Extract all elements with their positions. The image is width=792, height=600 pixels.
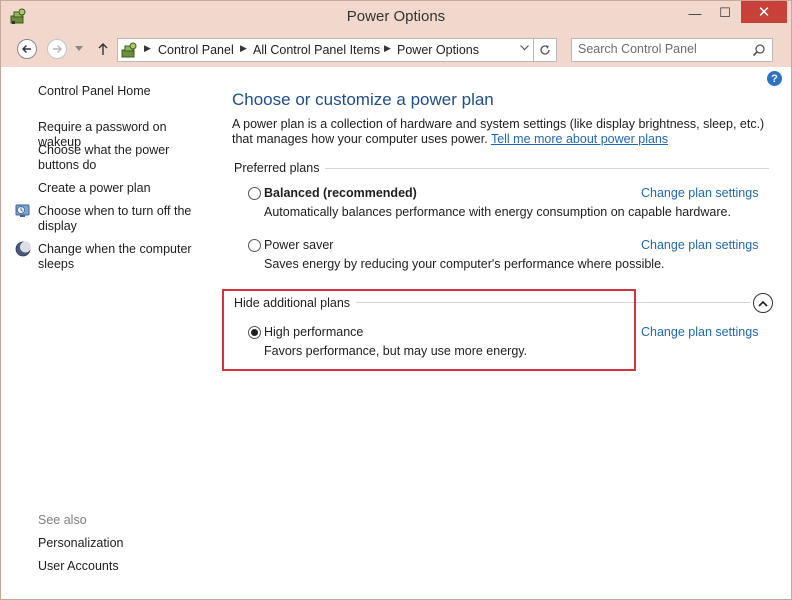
address-dropdown-icon[interactable] (520, 43, 529, 54)
back-button[interactable] (17, 39, 37, 59)
balanced-plan-description: Automatically balances performance with … (264, 205, 731, 219)
highlight-box (222, 289, 636, 371)
window-title: Power Options (346, 8, 446, 25)
breadcrumb-power-options[interactable]: Power Options (397, 43, 479, 57)
page-description: A power plan is a collection of hardware… (232, 117, 772, 147)
power-saver-radio[interactable] (248, 239, 261, 252)
title-bar: Power Options — ☐ ✕ (1, 1, 791, 32)
search-icon[interactable] (752, 43, 766, 57)
breadcrumb-separator-icon[interactable]: ▶ (240, 43, 247, 54)
address-field[interactable]: ▶ Control Panel ▶ All Control Panel Item… (117, 38, 534, 62)
refresh-button[interactable] (534, 38, 557, 62)
refresh-icon (540, 45, 550, 55)
display-icon (15, 204, 30, 217)
arrow-up-icon (98, 43, 108, 55)
power-buttons-link[interactable]: Choose what the power buttons do (38, 143, 178, 173)
sleep-moon-icon (15, 241, 31, 257)
page-title: Choose or customize a power plan (232, 90, 494, 109)
balanced-radio[interactable] (248, 187, 261, 200)
forward-button[interactable] (47, 39, 67, 59)
tell-me-more-link[interactable]: Tell me more about power plans (491, 132, 668, 146)
arrow-left-icon (22, 45, 31, 53)
power-saver-change-settings-link[interactable]: Change plan settings (641, 238, 758, 252)
breadcrumb-separator-icon[interactable]: ▶ (144, 43, 151, 54)
recent-locations-button[interactable] (73, 39, 85, 59)
high-performance-change-settings-link[interactable]: Change plan settings (641, 325, 758, 339)
preferred-plans-label: Preferred plans (234, 161, 326, 175)
address-bar: ▶ Control Panel ▶ All Control Panel Item… (1, 32, 791, 67)
balanced-plan-name[interactable]: Balanced (recommended) (264, 186, 417, 200)
arrow-right-icon (53, 45, 62, 53)
control-panel-home-link[interactable]: Control Panel Home (38, 84, 208, 99)
maximize-button[interactable]: ☐ (711, 1, 739, 25)
power-saver-plan-name[interactable]: Power saver (264, 238, 333, 252)
computer-sleeps-link[interactable]: Change when the computer sleeps (38, 242, 198, 272)
power-options-window: Power Options — ☐ ✕ ▶ Control Panel ▶ Al… (0, 0, 792, 600)
collapse-button[interactable] (753, 293, 773, 313)
breadcrumb-separator-icon[interactable]: ▶ (384, 43, 391, 54)
search-box[interactable] (571, 38, 773, 62)
turn-off-display-link[interactable]: Choose when to turn off the display (38, 204, 198, 234)
personalization-link[interactable]: Personalization (38, 536, 208, 551)
close-button[interactable]: ✕ (741, 1, 787, 23)
power-saver-plan-description: Saves energy by reducing your computer's… (264, 257, 665, 271)
balanced-change-settings-link[interactable]: Change plan settings (641, 186, 758, 200)
breadcrumb-all-items[interactable]: All Control Panel Items (253, 43, 380, 57)
control-panel-icon (121, 42, 137, 58)
help-button[interactable]: ? (767, 71, 782, 86)
create-power-plan-link[interactable]: Create a power plan (38, 181, 208, 196)
up-button[interactable] (95, 39, 111, 59)
breadcrumb-control-panel[interactable]: Control Panel (158, 43, 234, 57)
see-also-heading: See also (38, 513, 87, 527)
search-input[interactable] (578, 41, 743, 57)
chevron-up-icon (758, 300, 768, 307)
minimize-button[interactable]: — (681, 1, 709, 25)
user-accounts-link[interactable]: User Accounts (38, 559, 208, 574)
chevron-down-icon (75, 46, 83, 51)
